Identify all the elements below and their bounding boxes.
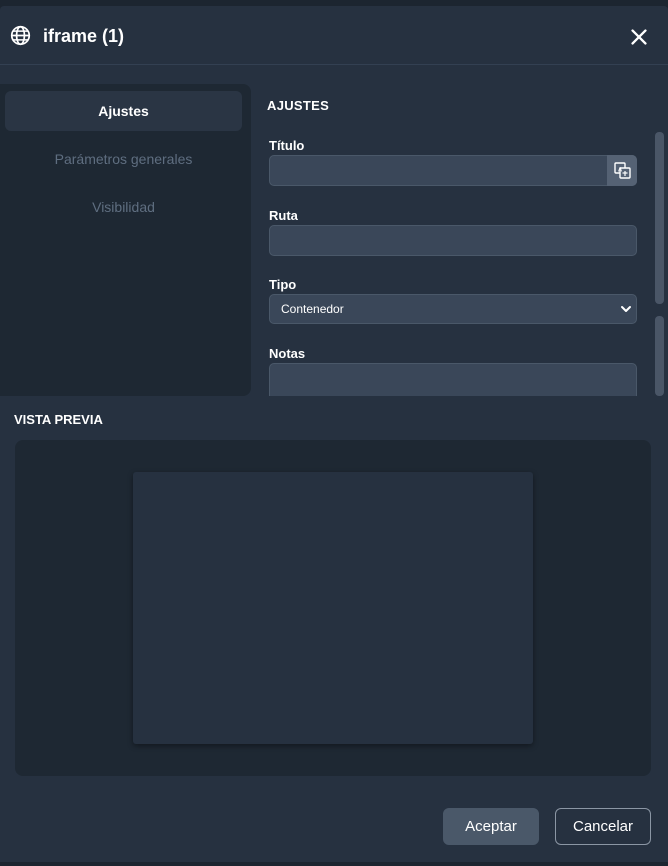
- form-scrollbar-track-end: [655, 316, 664, 396]
- accept-button[interactable]: Aceptar: [443, 808, 539, 845]
- ruta-label: Ruta: [269, 208, 298, 223]
- form-scrollbar-thumb[interactable]: [655, 132, 664, 304]
- notas-textarea[interactable]: [269, 363, 637, 396]
- close-icon[interactable]: [628, 26, 650, 48]
- preview-area: [15, 440, 651, 776]
- settings-form: AJUSTES Título A Ruta Tipo Contenedor No…: [267, 90, 653, 396]
- globe-icon: [10, 25, 31, 46]
- sidebar-item-parametros-generales[interactable]: Parámetros generales: [5, 139, 242, 179]
- dialog-header: iframe (1): [0, 6, 668, 65]
- dialog-title: iframe (1): [43, 26, 125, 46]
- tipo-label: Tipo: [269, 277, 297, 292]
- tipo-select[interactable]: Contenedor: [269, 294, 637, 324]
- dialog: iframe (1) Ajustes Parámetros generales …: [0, 6, 668, 862]
- translate-icon: A: [614, 162, 631, 179]
- preview-title: VISTA PREVIA: [14, 412, 103, 427]
- titulo-input[interactable]: [269, 155, 637, 186]
- sidebar-item-ajustes[interactable]: Ajustes: [5, 91, 242, 131]
- translate-button[interactable]: A: [607, 155, 637, 186]
- notas-label: Notas: [269, 346, 306, 361]
- chevron-down-icon: [621, 306, 631, 312]
- ruta-input[interactable]: [269, 225, 637, 256]
- tipo-selected-value: Contenedor: [281, 302, 344, 316]
- iframe-preview: [133, 472, 533, 744]
- section-title: AJUSTES: [267, 98, 330, 113]
- settings-sidebar: Ajustes Parámetros generales Visibilidad: [0, 84, 251, 396]
- sidebar-item-visibilidad[interactable]: Visibilidad: [5, 187, 242, 227]
- cancel-button[interactable]: Cancelar: [555, 808, 651, 845]
- titulo-label: Título: [269, 138, 305, 153]
